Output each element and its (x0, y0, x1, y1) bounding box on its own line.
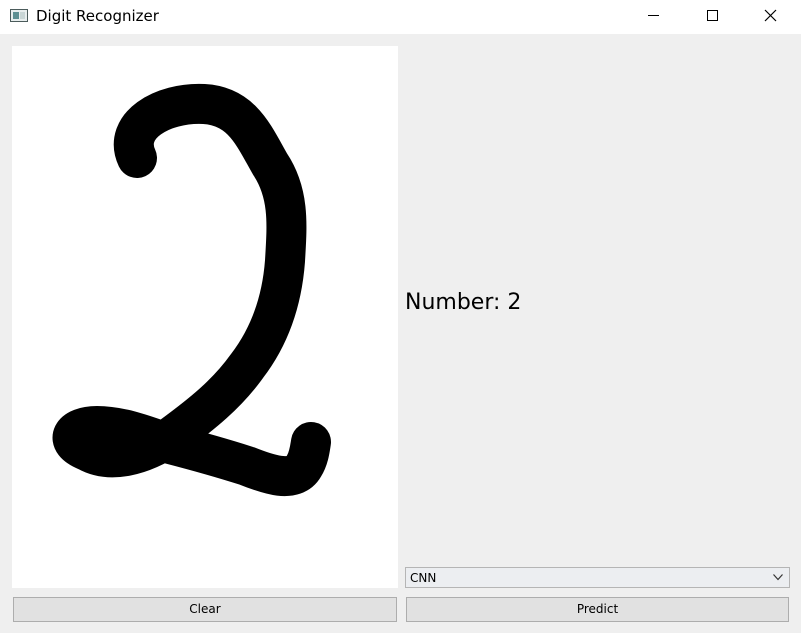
drawing-canvas[interactable] (12, 46, 398, 588)
close-icon (764, 9, 777, 22)
model-select-value: CNN (410, 571, 437, 585)
app-icon (10, 9, 28, 22)
clear-button[interactable]: Clear (13, 597, 397, 622)
title-bar: Digit Recognizer (0, 0, 801, 34)
minimize-icon (648, 15, 659, 16)
handwritten-digit-stroke (52, 83, 331, 497)
maximize-icon (707, 10, 718, 21)
maximize-button[interactable] (684, 0, 742, 32)
model-select[interactable]: CNN (405, 567, 790, 588)
close-button[interactable] (742, 0, 800, 32)
chevron-down-icon (773, 574, 783, 581)
window-title: Digit Recognizer (36, 7, 159, 25)
minimize-button[interactable] (626, 0, 684, 32)
predict-button[interactable]: Predict (406, 597, 789, 622)
prediction-label: Number: 2 (405, 290, 522, 315)
